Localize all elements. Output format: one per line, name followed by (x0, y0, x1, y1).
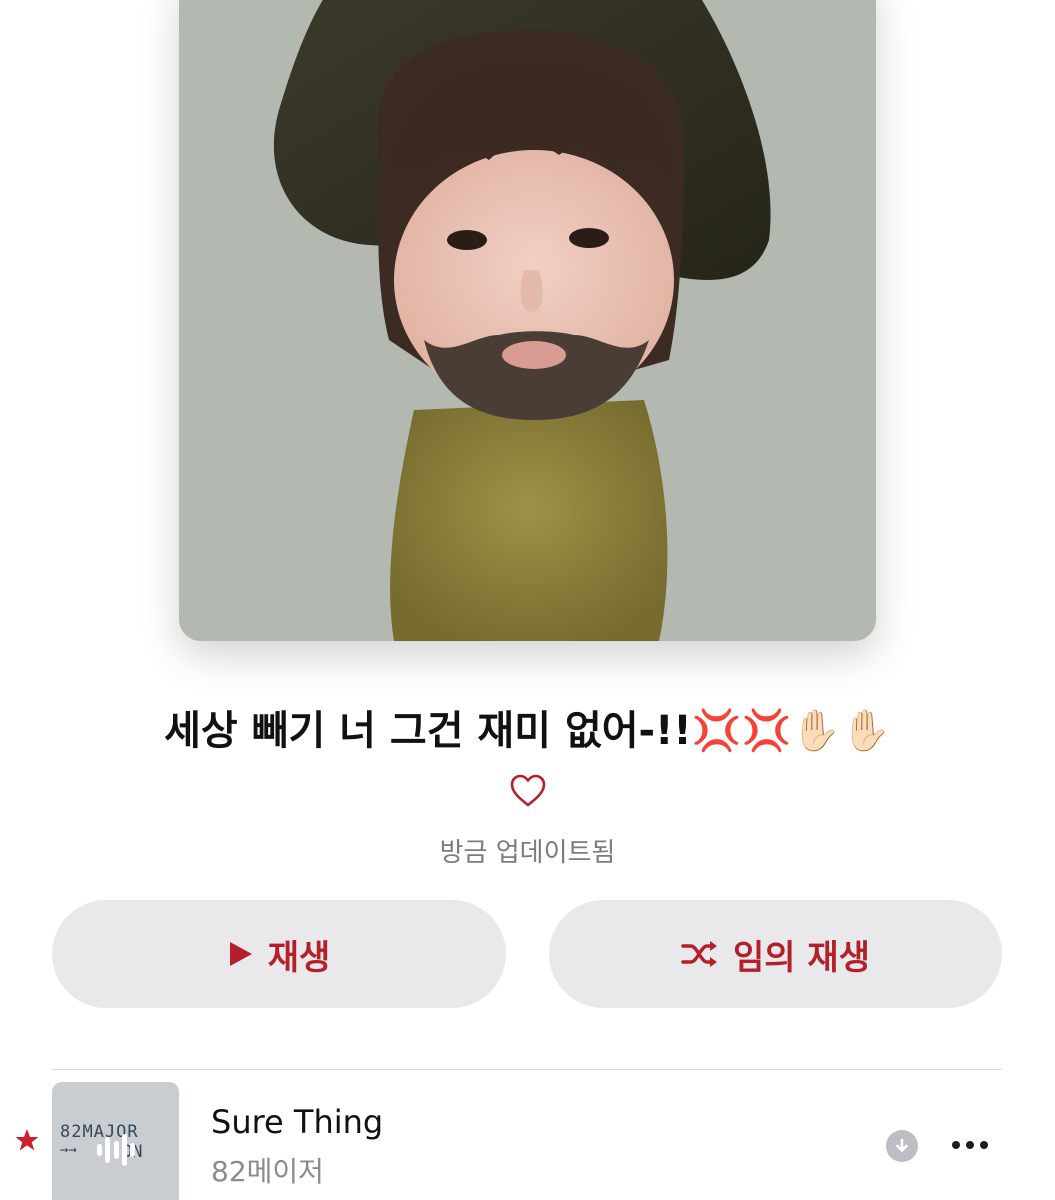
track-artist: 82메이저 (211, 1155, 324, 1188)
shuffle-button-label: 임의 재생 (733, 937, 870, 978)
star-icon (14, 1127, 40, 1153)
playlist-title-text: 세상 빼기 너 그건 재미 없어-!! (164, 708, 692, 754)
playlist-title-emoji: 💢💢✋🏻✋🏻 (691, 708, 891, 754)
track-title: Sure Thing (211, 1103, 384, 1141)
ellipsis-icon[interactable] (952, 1140, 988, 1150)
heart-icon[interactable] (509, 773, 547, 809)
play-button-label: 재생 (267, 937, 331, 978)
album-art[interactable]: 82MAJOR →→ ON (52, 1082, 179, 1200)
shuffle-icon (681, 940, 719, 968)
download-arrow-icon[interactable] (886, 1130, 918, 1162)
album-art-arrow-text: →→ (60, 1142, 77, 1158)
playlist-artwork (179, 0, 876, 641)
playlist-title: 세상 빼기 너 그건 재미 없어-!!💢💢✋🏻✋🏻 (0, 698, 1055, 756)
equalizer-bars-icon (97, 1132, 135, 1168)
play-button[interactable]: 재생 (52, 900, 506, 1008)
shuffle-button[interactable]: 임의 재생 (549, 900, 1002, 1008)
play-icon (228, 940, 254, 968)
updated-label: 방금 업데이트됨 (439, 838, 616, 868)
